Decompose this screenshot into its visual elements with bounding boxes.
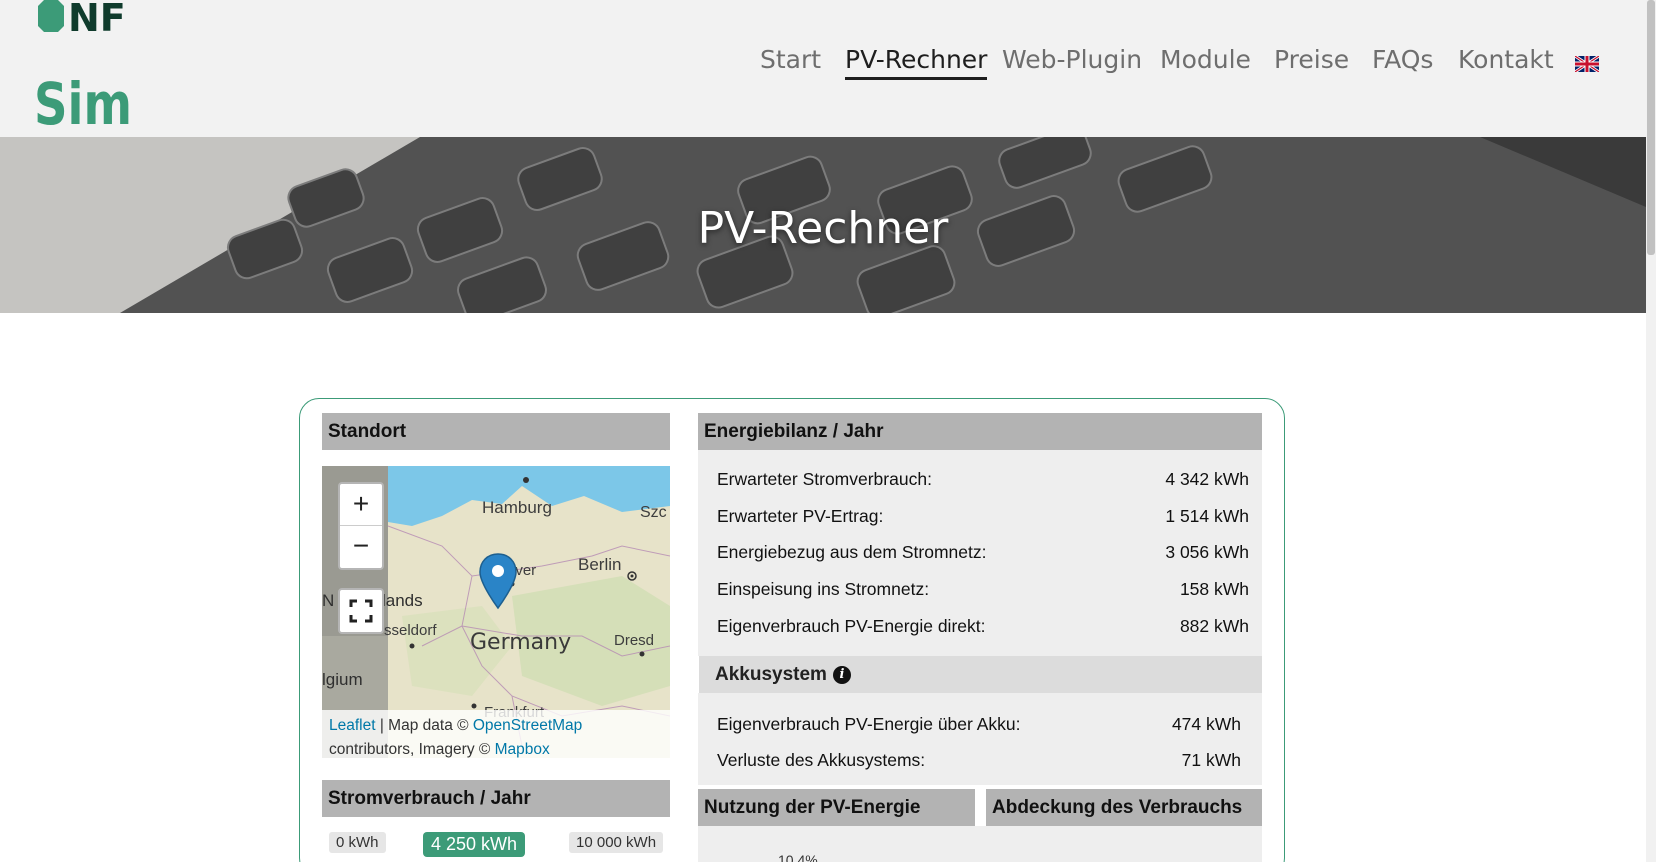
fullscreen-button[interactable] — [338, 588, 384, 634]
logo-text-nf: NF — [68, 0, 126, 40]
row-netzbezug-label: Energiebezug aus dem Stromnetz: — [717, 542, 987, 562]
page-scrollbar[interactable] — [1646, 0, 1656, 862]
row-einspeisung-label: Einspeisung ins Stromnetz: — [717, 579, 930, 599]
akkusystem-panel — [698, 693, 1262, 785]
nav-web-plugin[interactable]: Web-Plugin — [1002, 45, 1142, 74]
consumption-max-label: 10 000 kWh — [569, 832, 664, 853]
standort-header: Standort — [322, 413, 670, 450]
attribution-separator: | Map data © — [375, 717, 473, 734]
consumption-slider-value[interactable]: 4 250 kWh — [423, 832, 526, 857]
nav-start[interactable]: Start — [760, 45, 821, 74]
akkusystem-header: Akkusystem i — [699, 656, 1262, 693]
map-label-szczecin: Szc — [640, 504, 667, 521]
nav-kontakt[interactable]: Kontakt — [1458, 45, 1554, 74]
nav-pv-rechner[interactable]: PV-Rechner — [845, 45, 988, 80]
map-label-hamburg: Hamburg — [482, 498, 552, 517]
map-label-duesseldorf: sseldorf — [384, 622, 437, 639]
row-stromverbrauch-label: Erwarteter Stromverbrauch: — [717, 469, 932, 489]
row-einspeisung-value: 158 kWh — [1179, 579, 1249, 599]
nav-faqs[interactable]: FAQs — [1372, 45, 1433, 74]
map-label-berlin: Berlin — [578, 555, 622, 574]
hero-title: PV-Rechner — [697, 203, 949, 254]
row-pv-ertrag-label: Erwarteter PV-Ertrag: — [717, 506, 884, 526]
site-header: NF Sim Start PV-Rechner Web-Plugin Modul… — [0, 0, 1646, 137]
usage-chart-label: 10.4% — [778, 852, 818, 862]
row-eigenverbrauch-direkt-value: 882 kWh — [1179, 616, 1249, 636]
nav-module[interactable]: Module — [1160, 45, 1251, 74]
row-pv-ertrag-value: 1 514 kWh — [1165, 506, 1249, 526]
hero-banner: PV-Rechner — [0, 137, 1646, 313]
row-akku-verluste-label: Verluste des Akkusystems: — [717, 750, 926, 770]
abdeckung-header: Abdeckung des Verbrauchs — [986, 789, 1262, 826]
row-akku-eigenverbrauch-label: Eigenverbrauch PV-Energie über Akku: — [717, 714, 1021, 734]
main-nav: Start PV-Rechner Web-Plugin Module Preis… — [0, 45, 1646, 85]
row-eigenverbrauch-direkt-label: Eigenverbrauch PV-Energie direkt: — [717, 616, 986, 636]
attribution-contributors: contributors, Imagery © — [329, 741, 495, 758]
nutzung-header: Nutzung der PV-Energie — [698, 789, 975, 826]
info-icon[interactable]: i — [832, 666, 851, 684]
map-label-netherlands: lands — [382, 591, 423, 610]
row-akku-verluste-value: 71 kWh — [1181, 750, 1241, 770]
map-label-germany: Germany — [470, 630, 572, 655]
fullscreen-icon — [349, 599, 373, 623]
row-netzbezug-value: 3 056 kWh — [1165, 542, 1249, 562]
map-label-belgium: lgium — [322, 670, 363, 689]
location-marker-icon[interactable] — [478, 552, 518, 610]
map-attribution: Leaflet | Map data © OpenStreetMap contr… — [322, 710, 670, 758]
row-stromverbrauch-value: 4 342 kWh — [1165, 469, 1249, 489]
location-map[interactable]: Hamburg Szc Berlin over N lands sseldorf… — [322, 466, 670, 758]
energiebilanz-header: Energiebilanz / Jahr — [698, 413, 1262, 450]
map-label-netherlands-prefix: N — [322, 591, 335, 610]
map-label-dresden: Dresd — [614, 632, 655, 649]
akkusystem-title: Akkusystem — [715, 664, 827, 685]
scrollbar-thumb[interactable] — [1647, 0, 1655, 255]
zoom-out-button[interactable]: − — [340, 526, 382, 568]
nav-preise[interactable]: Preise — [1274, 45, 1349, 74]
zoom-in-button[interactable]: + — [340, 484, 382, 526]
stromverbrauch-header: Stromverbrauch / Jahr — [322, 780, 670, 817]
uk-flag-icon[interactable] — [1575, 56, 1599, 72]
zoom-control: + − — [338, 482, 384, 570]
openstreetmap-link[interactable]: OpenStreetMap — [473, 717, 582, 734]
row-akku-eigenverbrauch-value: 474 kWh — [1171, 714, 1241, 734]
mapbox-link[interactable]: Mapbox — [495, 741, 550, 758]
leaflet-link[interactable]: Leaflet — [329, 717, 376, 734]
consumption-min-label: 0 kWh — [329, 832, 386, 853]
